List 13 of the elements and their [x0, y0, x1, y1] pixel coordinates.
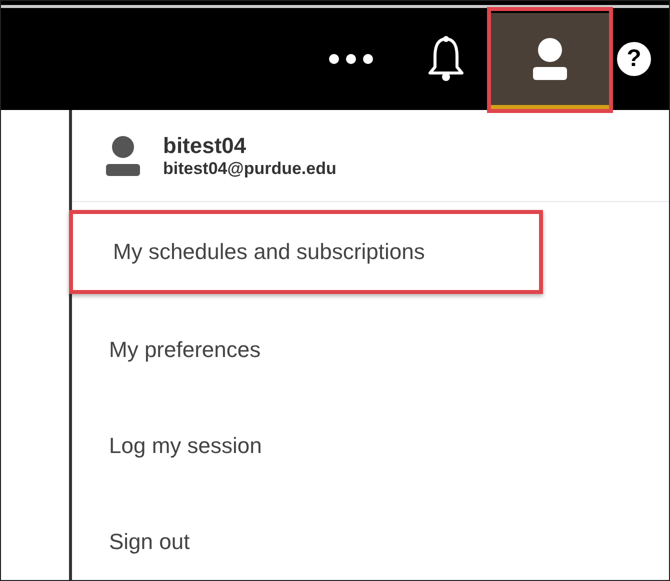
menu-item[interactable]: Sign out: [72, 494, 669, 580]
more-button[interactable]: [328, 53, 374, 65]
user-icon: [531, 37, 569, 81]
notifications-button[interactable]: [427, 36, 465, 82]
menu-item[interactable]: My preferences: [72, 302, 669, 398]
menu-item[interactable]: Log my session: [72, 398, 669, 494]
menu-item[interactable]: My schedules and subscriptions: [69, 210, 543, 294]
help-button[interactable]: ?: [617, 42, 651, 76]
user-icon: [105, 134, 141, 178]
user-email: bitest04@purdue.edu: [163, 158, 336, 178]
user-name: bitest04: [163, 132, 248, 158]
more-icon: [328, 53, 374, 65]
bell-icon: [427, 36, 465, 82]
